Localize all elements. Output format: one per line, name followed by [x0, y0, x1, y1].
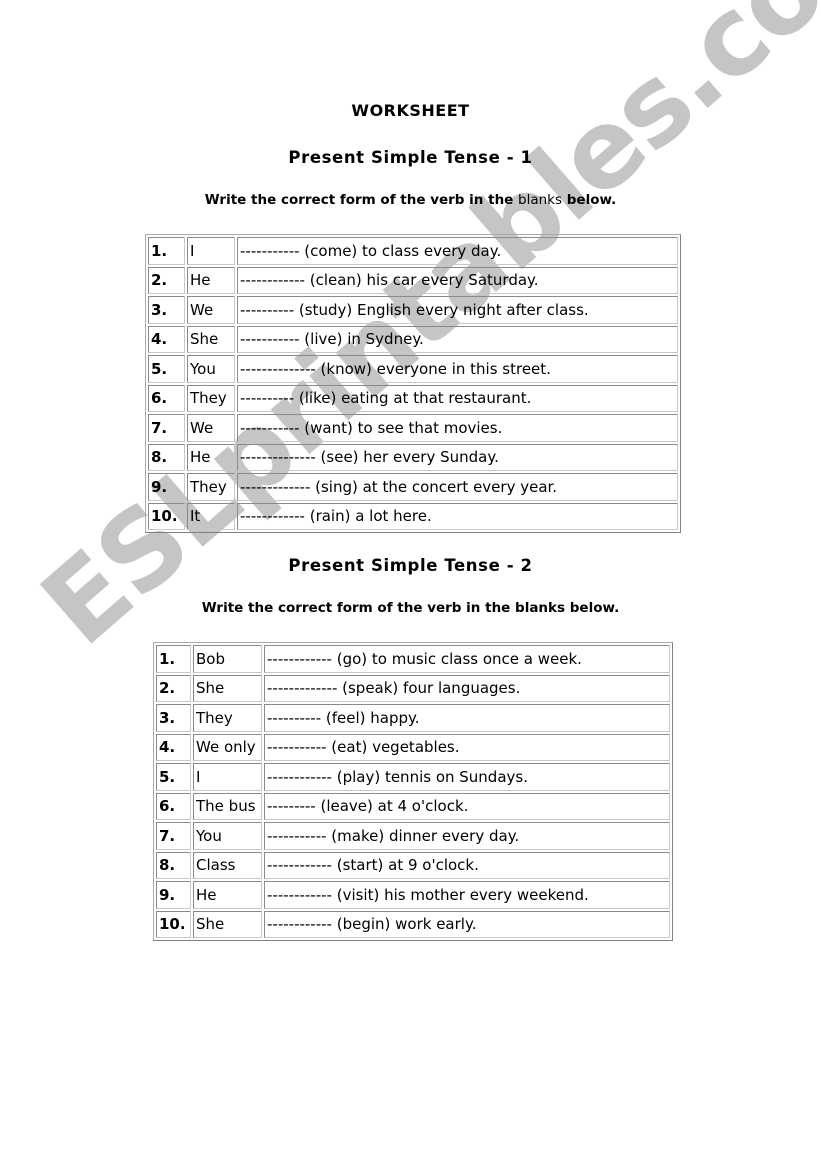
item-number: 10. — [148, 502, 185, 530]
sentence-cell: ------------- (sing) at the concert ever… — [237, 473, 678, 501]
exercise-row: 5. I ------------ (play) tennis on Sundays… — [156, 763, 670, 791]
sentence-cell: ------------ (clean) his car every Satur… — [237, 266, 678, 294]
exercise-table-1: 1. I ----------- (come) to class every day… — [145, 234, 681, 533]
section-2-title: Present Simple Tense - 2 — [288, 556, 533, 575]
sentence-cell: ------------ (start) at 9 o'clock. — [264, 851, 670, 879]
sentence-cell: ----------- (make) dinner every day. — [264, 822, 670, 850]
exercise-row: 9. They ------------- (sing) at the concer… — [148, 473, 678, 501]
sentence-cell: ------------ (play) tennis on Sundays. — [264, 763, 670, 791]
subject-cell: We — [187, 296, 235, 324]
item-number: 3. — [148, 296, 185, 324]
exercise-row: 2. He ------------ (clean) his car every S… — [148, 266, 678, 294]
item-number: 5. — [156, 763, 191, 791]
exercise-table-2: 1. Bob ------------ (go) to music class on… — [153, 642, 673, 941]
exercise-row: 7. You ----------- (make) dinner every day… — [156, 822, 670, 850]
sentence-cell: ---------- (like) eating at that restaur… — [237, 384, 678, 412]
subject-cell: She — [193, 674, 262, 702]
sentence-cell: ------------ (visit) his mother every we… — [264, 881, 670, 909]
exercise-row: 6. They ---------- (like) eating at that r… — [148, 384, 678, 412]
section-1-title: Present Simple Tense - 1 — [288, 148, 533, 167]
item-number: 6. — [148, 384, 185, 412]
item-number: 1. — [156, 645, 191, 673]
subject-cell: They — [187, 384, 235, 412]
item-number: 3. — [156, 704, 191, 732]
item-number: 8. — [156, 851, 191, 879]
sentence-cell: ------------ (begin) work early. — [264, 910, 670, 938]
subject-cell: We — [187, 414, 235, 442]
subject-cell: The bus — [193, 792, 262, 820]
sentence-cell: ----------- (want) to see that movies. — [237, 414, 678, 442]
exercise-row: 4. She ----------- (live) in Sydney. — [148, 325, 678, 353]
exercise-row: 10. It ------------ (rain) a lot here. — [148, 502, 678, 530]
subject-cell: Class — [193, 851, 262, 879]
item-number: 4. — [148, 325, 185, 353]
sentence-cell: -------------- (see) her every Sunday. — [237, 443, 678, 471]
item-number: 2. — [148, 266, 185, 294]
exercise-row: 6. The bus --------- (leave) at 4 o'clock. — [156, 792, 670, 820]
subject-cell: It — [187, 502, 235, 530]
sentence-cell: --------- (leave) at 4 o'clock. — [264, 792, 670, 820]
instruction-part: Write the correct form of the verb in th… — [204, 192, 519, 208]
item-number: 5. — [148, 355, 185, 383]
sentence-cell: ----------- (eat) vegetables. — [264, 733, 670, 761]
sentence-cell: ------------- (speak) four languages. — [264, 674, 670, 702]
exercise-row: 8. He -------------- (see) her every Sunda… — [148, 443, 678, 471]
section-2-instruction: Write the correct form of the verb in th… — [201, 600, 620, 616]
sentence-cell: ----------- (live) in Sydney. — [237, 325, 678, 353]
exercise-row: 3. We ---------- (study) English every nig… — [148, 296, 678, 324]
exercise-row: 10. She ------------ (begin) work early. — [156, 910, 670, 938]
subject-cell: They — [187, 473, 235, 501]
subject-cell: He — [187, 443, 235, 471]
item-number: 4. — [156, 733, 191, 761]
exercise-row: 5. You -------------- (know) everyone in t… — [148, 355, 678, 383]
item-number: 2. — [156, 674, 191, 702]
subject-cell: I — [187, 237, 235, 265]
item-number: 9. — [156, 881, 191, 909]
instruction-part: blanks — [518, 192, 563, 208]
exercise-row: 7. We ----------- (want) to see that movie… — [148, 414, 678, 442]
section-1-instruction: Write the correct form of the verb in th… — [0, 192, 821, 208]
item-number: 7. — [148, 414, 185, 442]
subject-cell: We only — [193, 733, 262, 761]
subject-cell: He — [193, 881, 262, 909]
subject-cell: She — [187, 325, 235, 353]
worksheet-title: WORKSHEET — [351, 101, 470, 120]
item-number: 1. — [148, 237, 185, 265]
sentence-cell: ----------- (come) to class every day. — [237, 237, 678, 265]
exercise-row: 1. Bob ------------ (go) to music class on… — [156, 645, 670, 673]
exercise-row: 8. Class ------------ (start) at 9 o'clock… — [156, 851, 670, 879]
item-number: 6. — [156, 792, 191, 820]
instruction-part: below. — [562, 192, 617, 208]
subject-cell: I — [193, 763, 262, 791]
sentence-cell: ------------ (rain) a lot here. — [237, 502, 678, 530]
exercise-row: 3. They ---------- (feel) happy. — [156, 704, 670, 732]
item-number: 10. — [156, 910, 191, 938]
sentence-cell: ---------- (study) English every night a… — [237, 296, 678, 324]
exercise-row: 1. I ----------- (come) to class every day… — [148, 237, 678, 265]
sentence-cell: ---------- (feel) happy. — [264, 704, 670, 732]
exercise-row: 2. She ------------- (speak) four language… — [156, 674, 670, 702]
item-number: 8. — [148, 443, 185, 471]
sentence-cell: ------------ (go) to music class once a … — [264, 645, 670, 673]
sentence-cell: -------------- (know) everyone in this s… — [237, 355, 678, 383]
subject-cell: Bob — [193, 645, 262, 673]
exercise-row: 4. We only ----------- (eat) vegetables. — [156, 733, 670, 761]
subject-cell: You — [187, 355, 235, 383]
item-number: 7. — [156, 822, 191, 850]
subject-cell: He — [187, 266, 235, 294]
exercise-row: 9. He ------------ (visit) his mother ever… — [156, 881, 670, 909]
subject-cell: She — [193, 910, 262, 938]
subject-cell: You — [193, 822, 262, 850]
item-number: 9. — [148, 473, 185, 501]
subject-cell: They — [193, 704, 262, 732]
